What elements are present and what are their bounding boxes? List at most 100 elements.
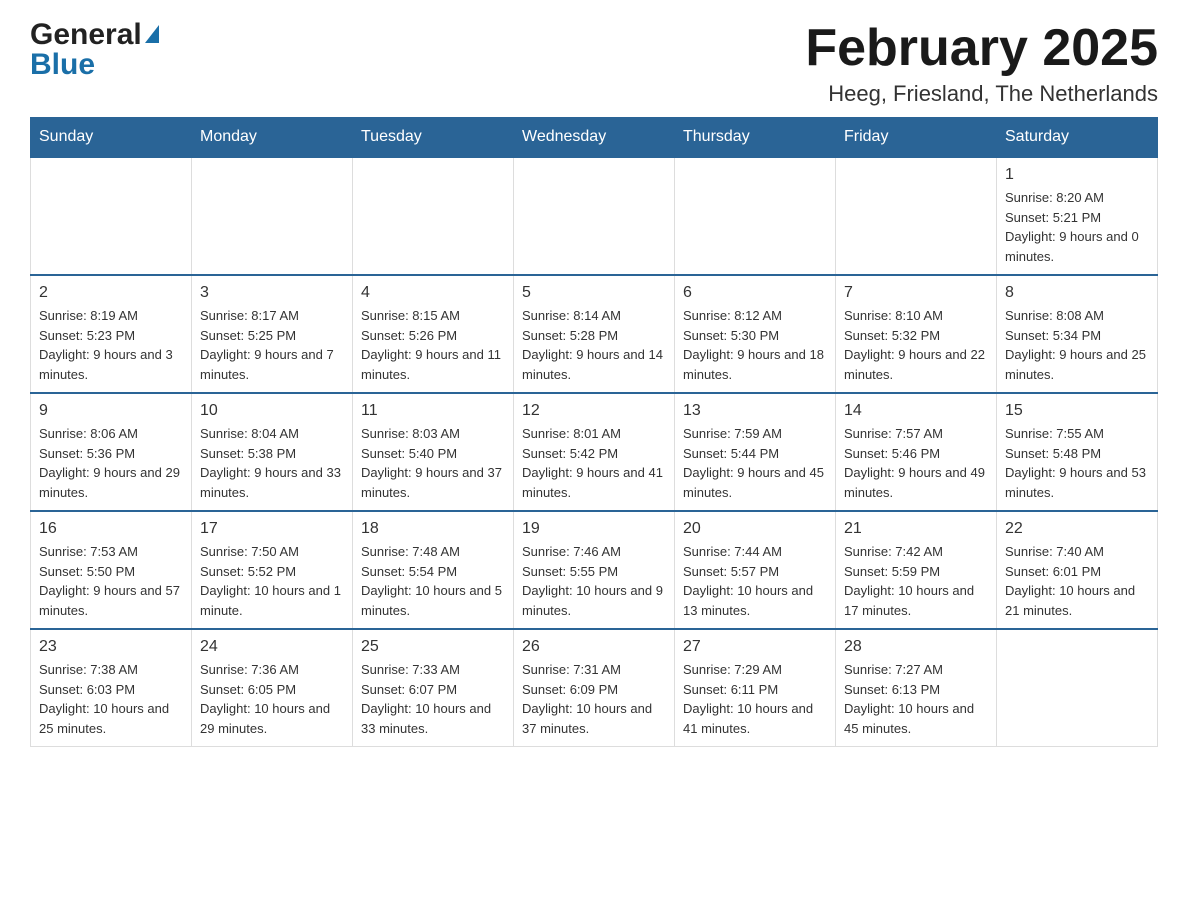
page-header: General Blue February 2025 Heeg, Friesla… <box>30 20 1158 107</box>
calendar-week-row: 16 Sunrise: 7:53 AM Sunset: 5:50 PM Dayli… <box>31 511 1158 629</box>
calendar-day-cell: 17 Sunrise: 7:50 AM Sunset: 5:52 PM Dayli… <box>192 511 353 629</box>
calendar-day-cell: 10 Sunrise: 8:04 AM Sunset: 5:38 PM Dayli… <box>192 393 353 511</box>
calendar-day-cell: 13 Sunrise: 7:59 AM Sunset: 5:44 PM Dayli… <box>675 393 836 511</box>
calendar-day-cell: 26 Sunrise: 7:31 AM Sunset: 6:09 PM Dayli… <box>514 629 675 747</box>
logo-general-label: General <box>30 20 142 50</box>
day-number: 2 <box>39 284 183 302</box>
day-info: Sunrise: 7:57 AM Sunset: 5:46 PM Dayligh… <box>844 424 988 502</box>
day-number: 3 <box>200 284 344 302</box>
calendar-day-cell: 7 Sunrise: 8:10 AM Sunset: 5:32 PM Daylig… <box>836 275 997 393</box>
day-number: 9 <box>39 402 183 420</box>
calendar-day-cell: 2 Sunrise: 8:19 AM Sunset: 5:23 PM Daylig… <box>31 275 192 393</box>
day-info: Sunrise: 8:06 AM Sunset: 5:36 PM Dayligh… <box>39 424 183 502</box>
calendar-day-cell: 20 Sunrise: 7:44 AM Sunset: 5:57 PM Dayli… <box>675 511 836 629</box>
day-number: 6 <box>683 284 827 302</box>
day-number: 13 <box>683 402 827 420</box>
day-number: 14 <box>844 402 988 420</box>
day-number: 26 <box>522 638 666 656</box>
day-info: Sunrise: 7:44 AM Sunset: 5:57 PM Dayligh… <box>683 542 827 620</box>
logo-blue-text: Blue <box>30 50 159 80</box>
day-number: 16 <box>39 520 183 538</box>
day-info: Sunrise: 8:03 AM Sunset: 5:40 PM Dayligh… <box>361 424 505 502</box>
calendar-day-cell: 1 Sunrise: 8:20 AM Sunset: 5:21 PM Daylig… <box>997 157 1158 275</box>
day-info: Sunrise: 8:08 AM Sunset: 5:34 PM Dayligh… <box>1005 306 1149 384</box>
calendar-week-row: 9 Sunrise: 8:06 AM Sunset: 5:36 PM Daylig… <box>31 393 1158 511</box>
calendar-day-cell <box>353 157 514 275</box>
day-of-week-header: Friday <box>836 118 997 158</box>
logo-arrow-icon <box>145 25 159 43</box>
day-info: Sunrise: 8:17 AM Sunset: 5:25 PM Dayligh… <box>200 306 344 384</box>
day-info: Sunrise: 7:50 AM Sunset: 5:52 PM Dayligh… <box>200 542 344 620</box>
day-number: 18 <box>361 520 505 538</box>
location-title: Heeg, Friesland, The Netherlands <box>805 81 1158 107</box>
day-info: Sunrise: 7:53 AM Sunset: 5:50 PM Dayligh… <box>39 542 183 620</box>
calendar-day-cell: 6 Sunrise: 8:12 AM Sunset: 5:30 PM Daylig… <box>675 275 836 393</box>
calendar-week-row: 1 Sunrise: 8:20 AM Sunset: 5:21 PM Daylig… <box>31 157 1158 275</box>
calendar-day-cell: 3 Sunrise: 8:17 AM Sunset: 5:25 PM Daylig… <box>192 275 353 393</box>
day-info: Sunrise: 8:19 AM Sunset: 5:23 PM Dayligh… <box>39 306 183 384</box>
calendar-day-cell: 21 Sunrise: 7:42 AM Sunset: 5:59 PM Dayli… <box>836 511 997 629</box>
day-number: 23 <box>39 638 183 656</box>
calendar-day-cell: 11 Sunrise: 8:03 AM Sunset: 5:40 PM Dayli… <box>353 393 514 511</box>
day-number: 17 <box>200 520 344 538</box>
day-info: Sunrise: 7:42 AM Sunset: 5:59 PM Dayligh… <box>844 542 988 620</box>
calendar-day-cell: 27Sunrise: 7:29 AM Sunset: 6:11 PM Dayli… <box>675 629 836 747</box>
calendar-day-cell: 5 Sunrise: 8:14 AM Sunset: 5:28 PM Daylig… <box>514 275 675 393</box>
calendar-day-cell: 24Sunrise: 7:36 AM Sunset: 6:05 PM Dayli… <box>192 629 353 747</box>
calendar-day-cell <box>514 157 675 275</box>
day-info: Sunrise: 7:31 AM Sunset: 6:09 PM Dayligh… <box>522 660 666 738</box>
day-number: 28 <box>844 638 988 656</box>
calendar-day-cell: 15 Sunrise: 7:55 AM Sunset: 5:48 PM Dayli… <box>997 393 1158 511</box>
day-number: 1 <box>1005 166 1149 184</box>
calendar-day-cell: 8 Sunrise: 8:08 AM Sunset: 5:34 PM Daylig… <box>997 275 1158 393</box>
day-number: 7 <box>844 284 988 302</box>
calendar-day-cell: 14 Sunrise: 7:57 AM Sunset: 5:46 PM Dayli… <box>836 393 997 511</box>
calendar-day-cell <box>192 157 353 275</box>
calendar-day-cell <box>997 629 1158 747</box>
day-info: Sunrise: 8:12 AM Sunset: 5:30 PM Dayligh… <box>683 306 827 384</box>
day-number: 10 <box>200 402 344 420</box>
day-info: Sunrise: 7:27 AM Sunset: 6:13 PM Dayligh… <box>844 660 988 738</box>
day-info: Sunrise: 8:20 AM Sunset: 5:21 PM Dayligh… <box>1005 188 1149 266</box>
day-number: 4 <box>361 284 505 302</box>
day-of-week-header: Sunday <box>31 118 192 158</box>
day-info: Sunrise: 7:59 AM Sunset: 5:44 PM Dayligh… <box>683 424 827 502</box>
day-of-week-header: Monday <box>192 118 353 158</box>
month-title: February 2025 <box>805 20 1158 77</box>
calendar-day-cell: 23 Sunrise: 7:38 AM Sunset: 6:03 PM Dayli… <box>31 629 192 747</box>
day-number: 19 <box>522 520 666 538</box>
day-info: Sunrise: 8:14 AM Sunset: 5:28 PM Dayligh… <box>522 306 666 384</box>
day-number: 5 <box>522 284 666 302</box>
day-of-week-header: Tuesday <box>353 118 514 158</box>
calendar-day-cell <box>836 157 997 275</box>
day-of-week-header: Thursday <box>675 118 836 158</box>
day-number: 25 <box>361 638 505 656</box>
calendar-day-cell: 28 Sunrise: 7:27 AM Sunset: 6:13 PM Dayli… <box>836 629 997 747</box>
day-number: 27 <box>683 638 827 656</box>
day-info: Sunrise: 7:55 AM Sunset: 5:48 PM Dayligh… <box>1005 424 1149 502</box>
calendar-day-cell <box>31 157 192 275</box>
day-info: Sunrise: 8:15 AM Sunset: 5:26 PM Dayligh… <box>361 306 505 384</box>
calendar-day-cell: 25Sunrise: 7:33 AM Sunset: 6:07 PM Dayli… <box>353 629 514 747</box>
calendar-header-row: SundayMondayTuesdayWednesdayThursdayFrid… <box>31 118 1158 158</box>
logo-general-text: General <box>30 20 159 50</box>
calendar-day-cell <box>675 157 836 275</box>
day-number: 11 <box>361 402 505 420</box>
day-info: Sunrise: 8:04 AM Sunset: 5:38 PM Dayligh… <box>200 424 344 502</box>
day-info: Sunrise: 7:40 AM Sunset: 6:01 PM Dayligh… <box>1005 542 1149 620</box>
calendar-day-cell: 18Sunrise: 7:48 AM Sunset: 5:54 PM Dayli… <box>353 511 514 629</box>
day-info: Sunrise: 7:38 AM Sunset: 6:03 PM Dayligh… <box>39 660 183 738</box>
calendar-week-row: 2 Sunrise: 8:19 AM Sunset: 5:23 PM Daylig… <box>31 275 1158 393</box>
day-number: 21 <box>844 520 988 538</box>
title-section: February 2025 Heeg, Friesland, The Nethe… <box>805 20 1158 107</box>
day-number: 20 <box>683 520 827 538</box>
day-info: Sunrise: 8:10 AM Sunset: 5:32 PM Dayligh… <box>844 306 988 384</box>
day-info: Sunrise: 7:46 AM Sunset: 5:55 PM Dayligh… <box>522 542 666 620</box>
day-number: 8 <box>1005 284 1149 302</box>
logo: General Blue <box>30 20 159 80</box>
day-number: 24 <box>200 638 344 656</box>
calendar-day-cell: 4 Sunrise: 8:15 AM Sunset: 5:26 PM Daylig… <box>353 275 514 393</box>
day-number: 15 <box>1005 402 1149 420</box>
calendar-day-cell: 22Sunrise: 7:40 AM Sunset: 6:01 PM Dayli… <box>997 511 1158 629</box>
day-of-week-header: Wednesday <box>514 118 675 158</box>
